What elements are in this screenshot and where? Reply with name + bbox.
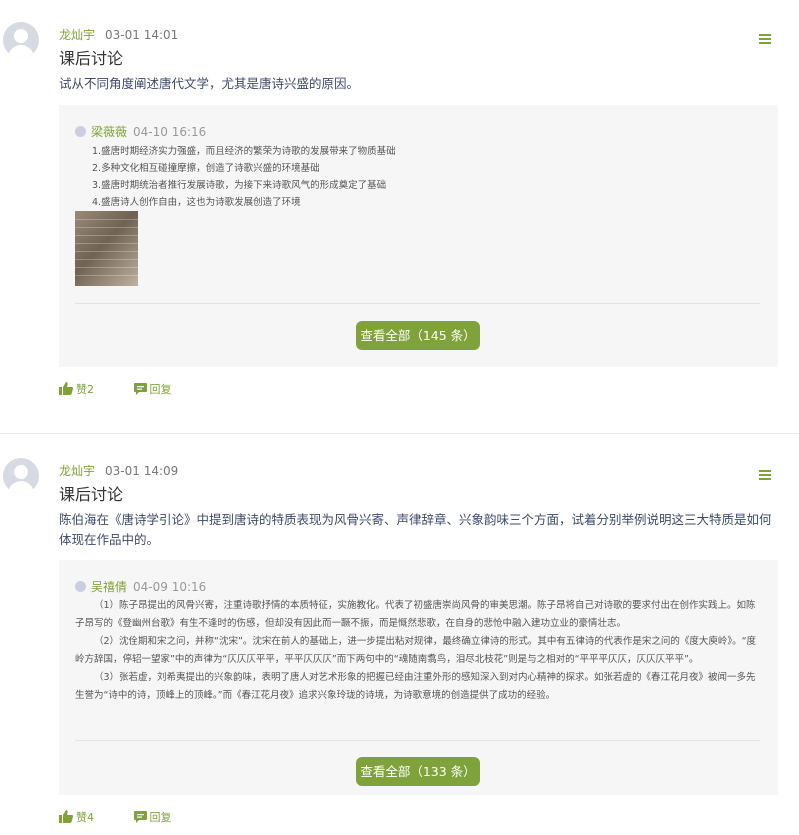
divider <box>75 303 760 304</box>
view-all-button[interactable]: 查看全部（145 条） <box>356 321 480 350</box>
menu-icon[interactable] <box>759 34 771 44</box>
like-button[interactable]: 赞2 <box>59 382 94 396</box>
reply-image-thumbnail[interactable] <box>75 211 138 286</box>
thumbs-up-icon <box>59 810 73 823</box>
post-meta: 龙灿宇 03-01 14:09 <box>59 464 178 478</box>
reply-line: 1.盛唐时期经济实力强盛，而且经济的繁荣为诗歌的发展带来了物质基础 <box>92 146 396 157</box>
avatar-dot-icon <box>75 581 86 592</box>
menu-icon[interactable] <box>759 470 771 480</box>
reply-content: （1）陈子昂提出的风骨兴寄，注重诗歌抒情的本质特征，实施教化。代表了初盛唐崇尚风… <box>75 597 765 705</box>
avatar[interactable] <box>3 22 39 58</box>
reply-button[interactable]: 回复 <box>133 811 172 824</box>
post-author[interactable]: 龙灿宇 <box>59 28 95 42</box>
reply-content: 1.盛唐时期经济实力强盛，而且经济的繁荣为诗歌的发展带来了物质基础 2.多种文化… <box>92 143 396 211</box>
reply-line: 4.盛唐诗人创作自由，这也为诗歌发展创造了环境 <box>92 197 301 208</box>
divider <box>75 740 760 741</box>
reply-button[interactable]: 回复 <box>133 383 172 396</box>
reply-paragraph: （1）陈子昂提出的风骨兴寄，注重诗歌抒情的本质特征，实施教化。代表了初盛唐崇尚风… <box>75 600 756 629</box>
reply-meta: 梁薇薇 04-10 16:16 <box>75 125 206 139</box>
post-time: 03-01 14:01 <box>105 28 179 42</box>
reply-panel: 吴禧倩 04-09 10:16 （1）陈子昂提出的风骨兴寄，注重诗歌抒情的本质特征… <box>59 560 778 795</box>
post-meta: 龙灿宇 03-01 14:01 <box>59 28 178 42</box>
post-time: 03-01 14:09 <box>105 464 179 478</box>
comment-icon <box>133 811 147 823</box>
reply-line: 2.多种文化相互碰撞摩擦，创造了诗歌兴盛的环境基础 <box>92 163 320 174</box>
reply-paragraph: （3）张若虚，刘希夷提出的兴象韵味，表明了唐人对艺术形象的把握已经由注重外形的感… <box>75 672 756 701</box>
post-actions: 赞2 回复 <box>59 382 208 396</box>
avatar-dot-icon <box>75 126 86 137</box>
reply-author[interactable]: 梁薇薇 <box>91 125 127 139</box>
post-title: 课后讨论 <box>59 49 124 68</box>
reply-meta: 吴禧倩 04-09 10:16 <box>75 580 206 594</box>
reply-author[interactable]: 吴禧倩 <box>91 580 127 594</box>
like-count: 赞4 <box>76 811 94 824</box>
reply-panel: 梁薇薇 04-10 16:16 1.盛唐时期经济实力强盛，而且经济的繁荣为诗歌的发… <box>59 105 778 367</box>
reply-label: 回复 <box>149 811 172 824</box>
thumbs-up-icon <box>59 382 73 395</box>
like-count: 赞2 <box>76 383 94 396</box>
post-title: 课后讨论 <box>59 485 124 504</box>
post-question: 试从不同角度阐述唐代文学，尤其是唐诗兴盛的原因。 <box>59 76 360 91</box>
post-question: 陈伯海在《唐诗学引论》中提到唐诗的特质表现为风骨兴寄、声律辞章、兴象韵味三个方面… <box>59 512 772 547</box>
avatar[interactable] <box>3 458 39 494</box>
discussion-post: 龙灿宇 03-01 14:01 课后讨论 试从不同角度阐述唐代文学，尤其是唐诗兴盛… <box>0 0 799 434</box>
reply-time: 04-10 16:16 <box>133 125 207 139</box>
post-author[interactable]: 龙灿宇 <box>59 464 95 478</box>
reply-label: 回复 <box>149 383 172 396</box>
post-actions: 赞4 回复 <box>59 810 208 824</box>
reply-line: 3.盛唐时期统治者推行发展诗歌，为接下来诗歌风气的形成奠定了基础 <box>92 180 387 191</box>
discussion-post: 龙灿宇 03-01 14:09 课后讨论 陈伯海在《唐诗学引论》中提到唐诗的特质表… <box>0 434 799 835</box>
reply-paragraph: （2）沈佺期和宋之问，并称“沈宋”。沈宋在前人的基础上，进一步提出粘对规律，最终… <box>75 636 757 665</box>
view-all-button[interactable]: 查看全部（133 条） <box>356 757 480 786</box>
comment-icon <box>133 383 147 395</box>
like-button[interactable]: 赞4 <box>59 810 94 824</box>
reply-time: 04-09 10:16 <box>133 580 207 594</box>
